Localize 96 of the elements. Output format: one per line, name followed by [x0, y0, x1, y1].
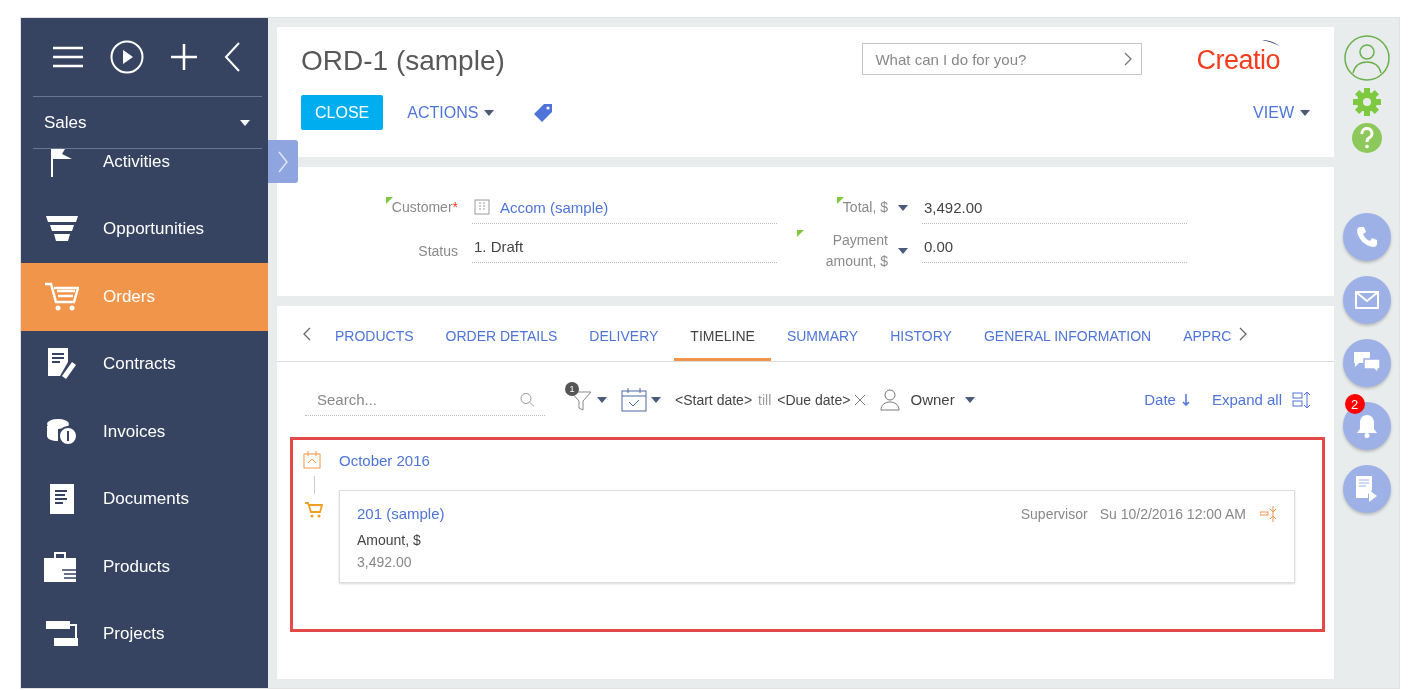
funnel-icon — [46, 216, 78, 243]
field-label: Payment amount, $ — [797, 230, 888, 272]
play-icon[interactable] — [110, 40, 144, 74]
phone-icon — [1355, 226, 1378, 248]
entry-owner: Supervisor — [1020, 505, 1088, 522]
contract-icon — [46, 348, 78, 381]
tab[interactable]: HISTORY — [874, 306, 968, 361]
caret-icon — [1300, 109, 1310, 116]
help-icon[interactable] — [1351, 123, 1382, 153]
tag-icon[interactable] — [534, 103, 553, 122]
caret-icon — [597, 396, 607, 403]
calendar-icon — [621, 387, 647, 412]
entry-date: Su 10/2/2016 12:00 AM — [1099, 505, 1246, 522]
till-label: till — [758, 391, 772, 408]
field-value-line[interactable]: 0.00 — [922, 230, 1187, 263]
sidebar-item[interactable]: Invoices — [21, 398, 268, 466]
avatar-icon[interactable] — [1343, 35, 1390, 81]
bell-icon — [1355, 414, 1378, 438]
collapse-icon[interactable] — [224, 42, 240, 72]
section-selector[interactable]: Sales — [33, 97, 262, 149]
bars-icon — [46, 621, 78, 648]
document-button[interactable] — [1342, 465, 1391, 513]
phone-button[interactable] — [1342, 213, 1391, 261]
menu-icon[interactable] — [53, 46, 83, 68]
sidebar-item[interactable]: Opportunities — [21, 195, 268, 263]
cart-icon — [305, 502, 323, 518]
caret-icon — [898, 204, 908, 211]
clear-icon[interactable] — [854, 393, 867, 406]
caret-icon — [240, 119, 250, 126]
chat-icon — [1353, 352, 1380, 374]
field-value: 1. Draft — [474, 237, 524, 255]
tab[interactable]: PRODUCTS — [319, 306, 430, 361]
field-value-line[interactable]: Accom (sample) — [472, 191, 777, 224]
chat-button[interactable] — [1342, 339, 1391, 387]
field-value-line[interactable]: 3,492.00 — [922, 191, 1187, 224]
amount-value: 3,492.00 — [357, 554, 413, 570]
close-button[interactable]: CLOSE — [301, 95, 384, 130]
search-icon — [520, 392, 535, 407]
cart-icon — [45, 281, 79, 312]
tab[interactable]: GENERAL INFORMATION — [967, 306, 1168, 361]
owner-button[interactable]: Owner — [880, 388, 975, 411]
sidebar-item[interactable]: Products — [21, 533, 268, 601]
customer-link[interactable]: Accom (sample) — [500, 198, 609, 216]
tab[interactable]: APPRC — [1167, 306, 1232, 361]
tab[interactable]: DELIVERY — [573, 306, 675, 361]
tab[interactable]: SUMMARY — [770, 306, 875, 361]
plus-icon[interactable] — [171, 44, 197, 70]
settings-icon[interactable] — [1351, 87, 1382, 117]
pin-icon[interactable] — [1260, 505, 1278, 522]
notifications-button[interactable] — [1342, 402, 1391, 450]
building-icon — [474, 199, 490, 215]
start-date[interactable]: <Start date> — [675, 391, 753, 408]
mail-button[interactable] — [1342, 276, 1391, 324]
swoosh-icon — [1262, 38, 1280, 47]
logo: Creatio — [1196, 44, 1280, 76]
mail-icon — [1354, 291, 1379, 309]
amount-label: Amount, $ — [357, 532, 422, 548]
sidebar-item[interactable]: Orders — [21, 263, 268, 331]
notification-count: 2 — [1344, 394, 1365, 414]
caret-icon — [898, 248, 908, 254]
caret-icon — [964, 396, 975, 403]
document-play-icon — [1355, 476, 1378, 502]
chevron-right-icon — [278, 150, 288, 173]
sidebar-item[interactable]: Activities — [21, 149, 268, 196]
caret-icon — [484, 109, 495, 116]
field-label: Total, $ — [836, 197, 888, 218]
entry-link[interactable]: 201 (sample) — [357, 505, 1009, 522]
field-value: 0.00 — [924, 237, 954, 255]
field-value: 3,492.00 — [924, 198, 983, 216]
filter-count: 1 — [565, 381, 579, 396]
tab[interactable]: ORDER DETAILS — [429, 306, 574, 361]
command-field[interactable]: What can I do for you? — [862, 43, 1143, 75]
due-date[interactable]: <Due date> — [777, 391, 851, 408]
field-value-line[interactable]: 1. Draft — [472, 230, 777, 263]
document-icon — [50, 484, 74, 515]
date-filter-button[interactable] — [621, 387, 661, 412]
month-label: October 2016 — [339, 451, 430, 469]
arrow-down-icon — [1181, 393, 1190, 406]
field-label: Status — [417, 241, 458, 261]
calendar-icon — [303, 451, 321, 469]
expand-panel-button[interactable] — [268, 140, 298, 183]
tab[interactable]: TIMELINE — [674, 306, 771, 361]
chevron-right-icon[interactable] — [1124, 52, 1133, 66]
view-button[interactable]: VIEW — [1253, 103, 1310, 122]
sidebar-item[interactable]: Documents — [21, 465, 268, 533]
coins-icon — [46, 417, 78, 446]
expand-all-button[interactable]: Expand all — [1211, 391, 1310, 408]
sidebar-item[interactable]: Projects — [21, 600, 268, 668]
expand-icon — [1292, 391, 1310, 408]
field-label: Customer* — [385, 197, 458, 218]
page-title: ORD-1 (sample) — [301, 45, 506, 77]
actions-button[interactable]: ACTIONS — [407, 103, 495, 122]
sort-button[interactable]: Date — [1144, 391, 1190, 408]
person-icon — [880, 388, 901, 411]
sidebar-item[interactable]: Contracts — [21, 330, 268, 398]
caret-icon — [651, 396, 661, 403]
